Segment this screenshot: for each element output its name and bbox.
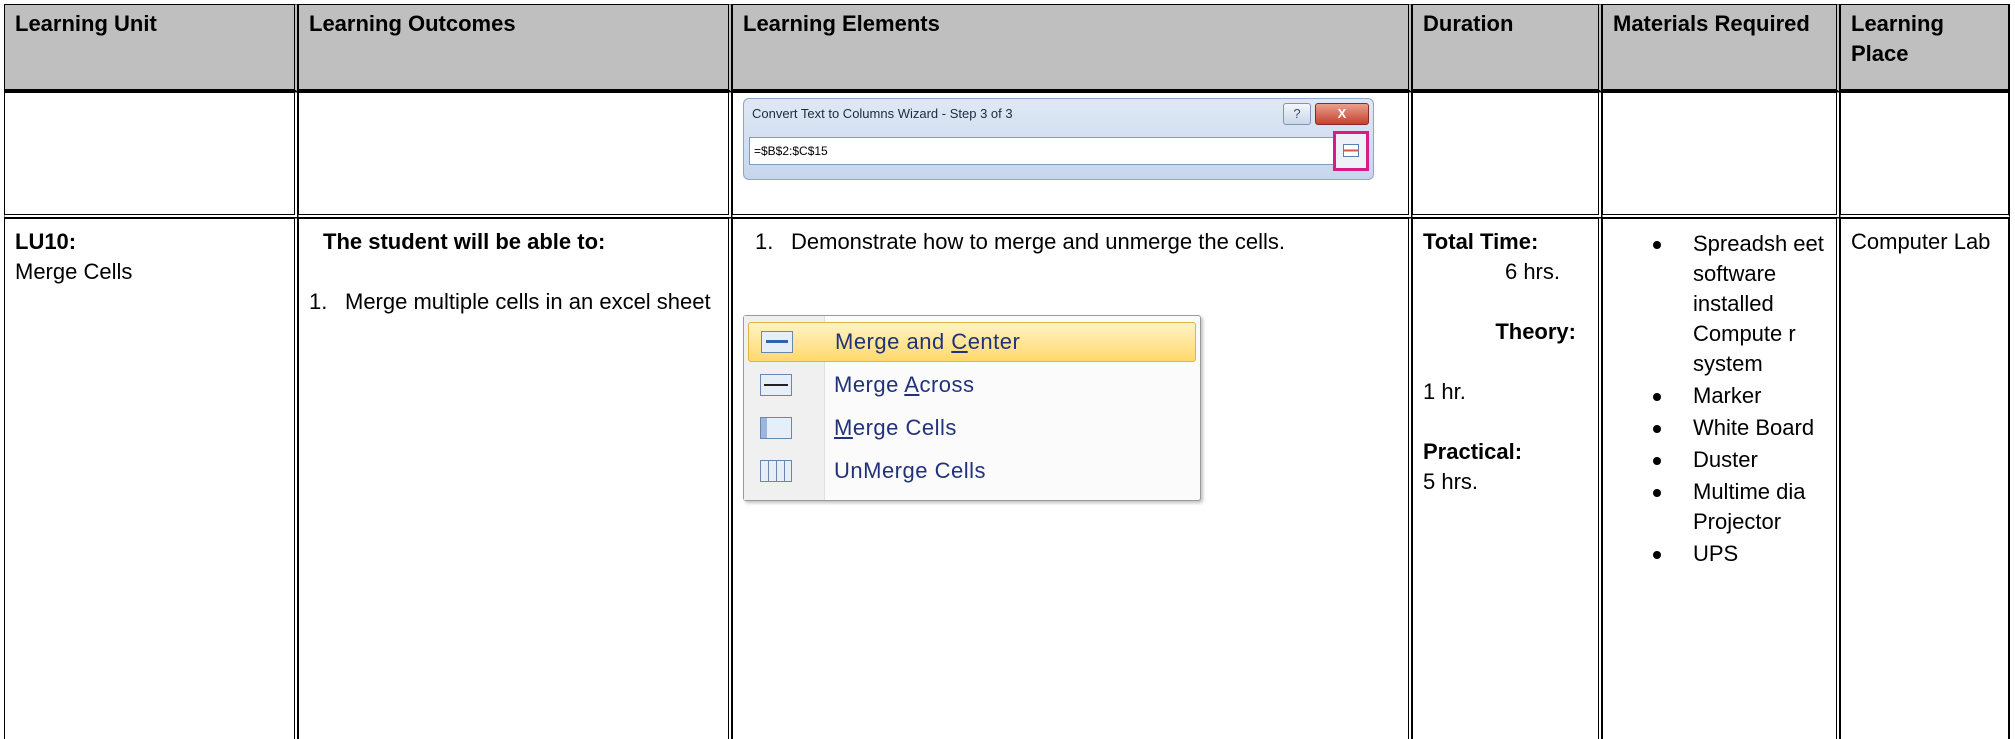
cell-materials: Spreadsh eet software installed Compute …: [1602, 218, 1840, 739]
unit-name: Merge Cells: [15, 259, 133, 284]
cell-learning-unit: LU10: Merge Cells: [4, 218, 298, 739]
reference-field: =$B$2:$C$15: [749, 137, 1335, 165]
list-item: White Board: [1613, 413, 1826, 443]
practical-value: 5 hrs.: [1423, 469, 1479, 494]
cell-empty: [1412, 92, 1602, 218]
theory-value: 1 hr.: [1423, 379, 1466, 404]
outcome-item: 1. Merge multiple cells in an excel sheet: [309, 287, 718, 317]
outcome-text: Merge multiple cells in an excel sheet: [345, 289, 711, 314]
help-button: ?: [1283, 103, 1311, 125]
curriculum-table: Learning Unit Learning Outcomes Learning…: [4, 4, 2010, 739]
unmerge-cells-icon: [760, 460, 792, 482]
merge-center-icon: [761, 331, 793, 353]
materials-list: Spreadsh eet software installed Compute …: [1613, 229, 1826, 569]
header-duration: Duration: [1412, 4, 1602, 92]
outcomes-intro: The student will be able to:: [323, 229, 606, 254]
total-time-label: Total Time:: [1423, 229, 1539, 254]
header-materials-required: Materials Required: [1602, 4, 1840, 92]
close-button: X: [1315, 103, 1369, 125]
cell-empty: [1602, 92, 1840, 218]
element-text: Demonstrate how to merge and unmerge the…: [791, 229, 1286, 254]
element-number: 1.: [755, 229, 774, 254]
cell-learning-elements: 1. Demonstrate how to merge and unmerge t…: [732, 218, 1412, 739]
page: Learning Unit Learning Outcomes Learning…: [0, 0, 2015, 739]
list-item: Marker: [1613, 381, 1826, 411]
header-learning-place: Learning Place: [1840, 4, 2010, 92]
practical-label: Practical:: [1423, 439, 1523, 464]
text-to-columns-dialog: Convert Text to Columns Wizard - Step 3 …: [743, 98, 1374, 180]
cell-learning-outcomes: The student will be able to: 1. Merge mul…: [298, 218, 732, 739]
cell-duration: Total Time: 6 hrs. Theory: 1 hr. Practic…: [1412, 218, 1602, 739]
header-learning-unit: Learning Unit: [4, 4, 298, 92]
cell-learning-place: Computer Lab: [1840, 218, 2010, 739]
list-item: Duster: [1613, 445, 1826, 475]
cell-empty: [298, 92, 732, 218]
table-row: LU10: Merge Cells The student will be ab…: [4, 218, 2010, 739]
element-item: 1. Demonstrate how to merge and unmerge t…: [743, 227, 1398, 257]
merge-across-icon: [760, 374, 792, 396]
cell-empty: [1840, 92, 2010, 218]
menu-item-merge-cells: Merge Cells: [748, 409, 1194, 447]
range-picker-icon: [1333, 131, 1369, 171]
menu-item-merge-and-center: Merge and Center: [748, 322, 1196, 362]
menu-item-unmerge-cells: UnMerge Cells: [748, 452, 1194, 490]
header-learning-elements: Learning Elements: [732, 4, 1412, 92]
unit-code: LU10:: [15, 229, 77, 254]
cell-dialog-image: Convert Text to Columns Wizard - Step 3 …: [732, 92, 1412, 218]
list-item: Spreadsh eet software installed Compute …: [1613, 229, 1826, 379]
merge-cells-icon: [760, 417, 792, 439]
menu-item-merge-across: Merge Across: [748, 366, 1194, 404]
header-learning-outcomes: Learning Outcomes: [298, 4, 732, 92]
header-row: Learning Unit Learning Outcomes Learning…: [4, 4, 2010, 92]
theory-label: Theory:: [1495, 319, 1576, 344]
list-item: UPS: [1613, 539, 1826, 569]
total-time-value: 6 hrs.: [1504, 259, 1560, 284]
cell-empty: [4, 92, 298, 218]
outcome-number: 1.: [309, 289, 328, 314]
dialog-title: Convert Text to Columns Wizard - Step 3 …: [752, 106, 1013, 121]
list-item: Multime dia Projector: [1613, 477, 1826, 537]
merge-menu: Merge and Center Merge Across Merge Cell…: [743, 315, 1201, 501]
table-row: Convert Text to Columns Wizard - Step 3 …: [4, 92, 2010, 218]
